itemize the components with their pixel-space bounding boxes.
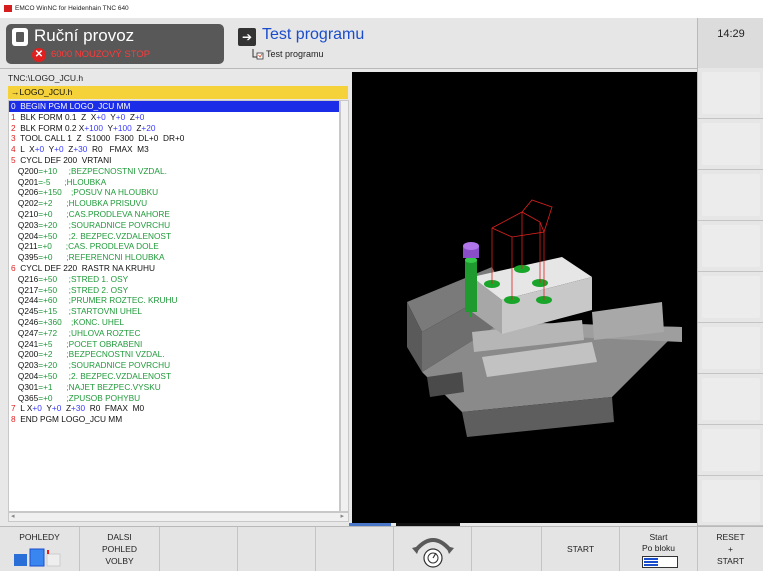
scroll-left-icon[interactable]: ◂ xyxy=(11,513,15,521)
softkey-label: START xyxy=(716,556,745,566)
operating-mode-panel[interactable]: Ruční provoz ✕ 6000 NOUZOVÝ STOP xyxy=(6,24,224,64)
program-line[interactable]: Q204=+50 ;2. BEZPEC.VZDALENOST xyxy=(9,231,339,242)
horizontal-scrollbar[interactable]: ◂ ▸ xyxy=(8,512,349,522)
softkey-feed-override[interactable] xyxy=(394,527,472,571)
program-line[interactable]: 7 L X+0 Y+0 Z+30 R0 FMAX M0 xyxy=(9,403,339,414)
program-editor[interactable]: 0 BEGIN PGM LOGO_JCU MM 1 BLK FORM 0.1 Z … xyxy=(8,100,340,512)
program-sub-icon xyxy=(252,49,264,60)
program-mode-subtitle: Test programu xyxy=(266,49,324,59)
program-line[interactable]: Q202=+2 ;HLOUBKA PRISUVU xyxy=(9,198,339,209)
scroll-right-icon[interactable]: ▸ xyxy=(340,513,344,521)
softkey-reset-start[interactable]: RESET + START xyxy=(698,527,763,571)
softkey-label: START xyxy=(566,544,595,554)
softkey-v8[interactable] xyxy=(698,425,763,476)
program-line[interactable]: Q203=+20 ;SOURADNICE POVRCHU xyxy=(9,220,339,231)
softkey-start[interactable]: START xyxy=(542,527,620,571)
program-line[interactable]: Q203=+20 ;SOURADNICE POVRCHU xyxy=(9,360,339,371)
vertical-scrollbar[interactable] xyxy=(340,100,349,512)
program-line[interactable]: Q217=+50 ;STRED 2. OSY xyxy=(9,285,339,296)
program-line[interactable]: Q301=+1 ;NAJET BEZPEC.VYSKU xyxy=(9,382,339,393)
softkey-v1[interactable] xyxy=(698,68,763,119)
softkey-label: RESET xyxy=(716,532,745,542)
program-line[interactable]: Q245=+15 ;STARTOVNI UHEL xyxy=(9,306,339,317)
softkey-label: POHLEDY xyxy=(19,532,60,542)
simulation-viewport[interactable] xyxy=(352,72,697,523)
softkey-label: DALSI xyxy=(107,532,132,542)
window-title: EMCO WinNC for Heidenhain TNC 640 xyxy=(15,5,129,12)
program-line[interactable]: Q204=+50 ;2. BEZPEC.VZDALENOST xyxy=(9,371,339,382)
softkey-v5[interactable] xyxy=(698,272,763,323)
softkey-empty-5[interactable] xyxy=(316,527,394,571)
softkey-v9[interactable] xyxy=(698,476,763,526)
app-logo-icon xyxy=(4,5,12,12)
program-line[interactable]: 6 CYCL DEF 220 RASTR NA KRUHU xyxy=(9,263,339,274)
softkey-v4[interactable] xyxy=(698,221,763,272)
program-line[interactable]: 3 TOOL CALL 1 Z S1000 F300 DL+0 DR+0 xyxy=(9,133,339,144)
softkey-views[interactable]: POHLEDY xyxy=(0,527,80,571)
status-header: Ruční provoz ✕ 6000 NOUZOVÝ STOP ➔ Test … xyxy=(0,18,697,69)
softkey-empty-3[interactable] xyxy=(160,527,238,571)
softkey-v7[interactable] xyxy=(698,374,763,425)
softkey-label: VOLBY xyxy=(105,556,134,566)
program-line[interactable]: Q206=+150 ;POSUV NA HLOUBKU xyxy=(9,187,339,198)
vertical-softkey-bar xyxy=(697,68,763,526)
feed-override-dial-icon xyxy=(412,538,454,568)
program-line[interactable]: Q211=+0 ;CAS. PRODLEVA DOLE xyxy=(9,241,339,252)
program-line[interactable]: Q200=+10 ;BEZPECNOSTNI VZDAL. xyxy=(9,166,339,177)
program-path: TNC:\LOGO_JCU.h xyxy=(8,73,84,83)
program-line[interactable]: Q246=+360 ;KONC. UHEL xyxy=(9,317,339,328)
window-titlebar: EMCO WinNC for Heidenhain TNC 640 xyxy=(0,0,763,18)
softkey-more-view-options[interactable]: DALSI POHLED VOLBY xyxy=(80,527,160,571)
machine-simulation-graphic xyxy=(407,199,682,437)
program-line[interactable]: Q201=-5 ;HLOUBKA xyxy=(9,177,339,188)
softkey-v6[interactable] xyxy=(698,323,763,374)
program-line[interactable]: Q200=+2 ;BEZPECNOSTNI VZDAL. xyxy=(9,349,339,360)
program-line[interactable]: Q365=+0 ;ZPUSOB POHYBU xyxy=(9,393,339,404)
program-line[interactable]: Q247=+72 ;UHLOVA ROZTEC xyxy=(9,328,339,339)
stop-icon: ✕ xyxy=(32,48,46,62)
softkey-v3[interactable] xyxy=(698,170,763,221)
softkey-empty-4[interactable] xyxy=(238,527,316,571)
softkey-label: POHLED xyxy=(102,544,137,554)
mode-title: Ruční provoz xyxy=(34,26,135,45)
program-line[interactable]: Q395=+0 ;REFERENCNI HLOUBKA xyxy=(9,252,339,263)
block-icon xyxy=(642,556,678,568)
program-line[interactable]: 0 BEGIN PGM LOGO_JCU MM xyxy=(9,101,339,112)
views-icon xyxy=(14,548,61,567)
softkey-v2[interactable] xyxy=(698,119,763,170)
softkey-label: + xyxy=(728,544,733,554)
program-line[interactable]: 4 L X+0 Y+0 Z+30 R0 FMAX M3 xyxy=(9,144,339,155)
file-tab[interactable]: →LOGO_JCU.h xyxy=(8,86,348,99)
softkey-label: Po bloku xyxy=(641,543,676,553)
softkey-label: Start xyxy=(649,532,668,542)
clock: 14:29 xyxy=(697,18,763,69)
program-line[interactable]: Q216=+50 ;STRED 1. OSY xyxy=(9,274,339,285)
program-line[interactable]: 2 BLK FORM 0.2 X+100 Y+100 Z+20 xyxy=(9,123,339,134)
program-line[interactable]: 5 CYCL DEF 200 VRTANI xyxy=(9,155,339,166)
mode-icon xyxy=(12,28,28,46)
program-line[interactable]: Q210=+0 ;CAS.PRODLEVA NAHORE xyxy=(9,209,339,220)
program-line[interactable]: 8 END PGM LOGO_JCU MM xyxy=(9,414,339,425)
program-line[interactable]: Q241=+5 ;POCET OBRABENI xyxy=(9,339,339,350)
horizontal-softkey-bar: POHLEDY DALSI POHLED VOLBY START Start P… xyxy=(0,526,763,571)
program-mode-title[interactable]: Test programu xyxy=(262,26,364,44)
program-line[interactable]: 1 BLK FORM 0.1 Z X+0 Y+0 Z+0 xyxy=(9,112,339,123)
emergency-stop-message: 6000 NOUZOVÝ STOP xyxy=(51,49,151,60)
program-mode-icon: ➔ xyxy=(238,28,256,46)
softkey-empty-7[interactable] xyxy=(472,527,542,571)
program-line[interactable]: Q244=+60 ;PRUMER ROZTEC. KRUHU xyxy=(9,295,339,306)
softkey-start-single-block[interactable]: Start Po bloku xyxy=(620,527,698,571)
